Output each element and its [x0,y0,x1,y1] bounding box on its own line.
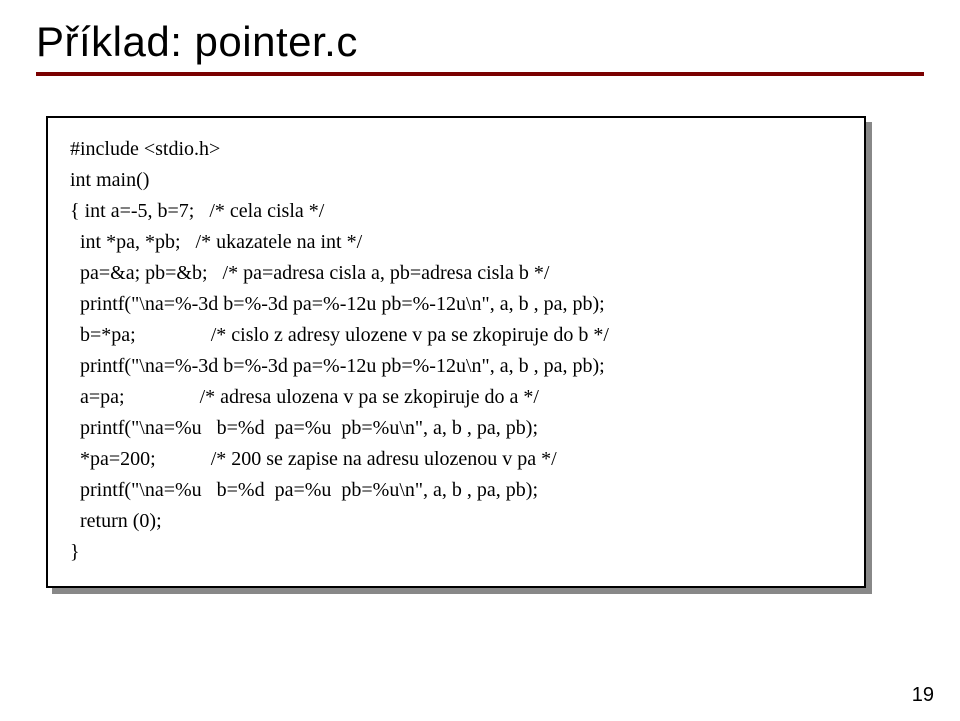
code-line: printf("\na=%-3d b=%-3d pa=%-12u pb=%-12… [70,351,842,382]
code-line: printf("\na=%u b=%d pa=%u pb=%u\n", a, b… [70,475,842,506]
code-line: int *pa, *pb; /* ukazatele na int */ [70,227,842,258]
code-block: #include <stdio.h> int main() { int a=-5… [46,116,866,588]
page-number: 19 [912,684,934,707]
code-line: return (0); [70,506,842,537]
page-title: Příklad: pointer.c [36,18,924,66]
slide: Příklad: pointer.c #include <stdio.h> in… [0,0,960,721]
code-line: printf("\na=%-3d b=%-3d pa=%-12u pb=%-12… [70,289,842,320]
code-line: a=pa; /* adresa ulozena v pa se zkopiruj… [70,382,842,413]
code-line: } [70,537,842,568]
title-rule [36,72,924,76]
code-line: #include <stdio.h> [70,134,842,165]
code-line: b=*pa; /* cislo z adresy ulozene v pa se… [70,320,842,351]
code-line: printf("\na=%u b=%d pa=%u pb=%u\n", a, b… [70,413,842,444]
code-line: *pa=200; /* 200 se zapise na adresu uloz… [70,444,842,475]
code-line: pa=&a; pb=&b; /* pa=adresa cisla a, pb=a… [70,258,842,289]
code-line: int main() [70,165,842,196]
code-line: { int a=-5, b=7; /* cela cisla */ [70,196,842,227]
